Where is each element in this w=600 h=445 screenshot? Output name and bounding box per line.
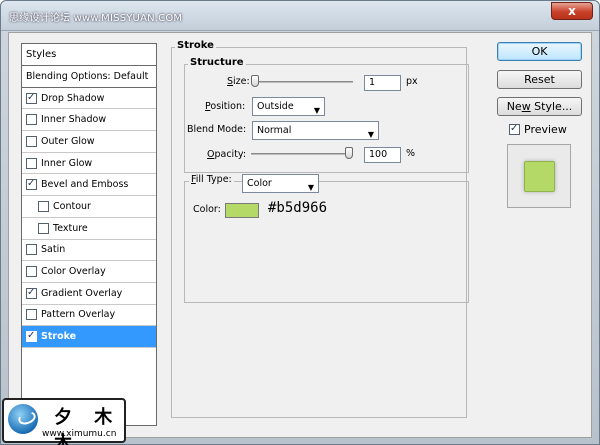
- site-logo: 夕 木 木 www.ximumu.cn: [2, 398, 126, 445]
- structure-title: Structure: [188, 57, 246, 68]
- style-item-bevel-and-emboss[interactable]: Bevel and Emboss: [22, 174, 156, 197]
- chevron-down-icon: ▼: [307, 183, 314, 192]
- preview-label: Preview: [524, 123, 567, 136]
- style-item-label: Outer Glow: [41, 135, 95, 147]
- style-item-label: Gradient Overlay: [41, 287, 123, 299]
- style-checkbox[interactable]: [38, 200, 49, 212]
- fill-group: Fill Type: Color ▼ Color: #b5d966: [184, 174, 469, 303]
- style-item-inner-shadow[interactable]: Inner Shadow: [22, 109, 156, 132]
- opacity-unit: %: [406, 148, 416, 159]
- styles-header[interactable]: Styles: [22, 44, 156, 66]
- styles-list: Styles Blending Options: Default Drop Sh…: [21, 43, 157, 426]
- preview-thumbnail: [507, 144, 571, 208]
- style-item-label: Contour: [53, 200, 91, 212]
- structure-group: Structure Size: 1 px Position: Outside ▼…: [184, 57, 469, 173]
- fill-type-label: Fill Type:: [189, 174, 234, 185]
- position-label: Position:: [205, 101, 246, 112]
- style-item-label: Drop Shadow: [41, 92, 105, 104]
- watermark-text: 思缘设计论坛 www.MISSYUAN.COM: [9, 13, 183, 24]
- style-checkbox[interactable]: [26, 135, 37, 147]
- position-value: Outside: [257, 101, 294, 112]
- preview-checkbox-row[interactable]: Preview: [509, 122, 567, 136]
- blend-mode-label: Blend Mode:: [187, 124, 247, 135]
- close-button[interactable]: x: [551, 2, 593, 20]
- style-checkbox[interactable]: [26, 177, 37, 191]
- style-item-outer-glow[interactable]: Outer Glow: [22, 131, 156, 153]
- size-label: Size:: [227, 76, 250, 87]
- style-checkbox[interactable]: [26, 329, 37, 343]
- ok-button[interactable]: OK: [497, 42, 582, 61]
- chevron-down-icon: ▼: [367, 130, 374, 139]
- reset-button[interactable]: Reset: [497, 70, 582, 89]
- size-input[interactable]: 1: [364, 75, 401, 91]
- style-item-color-overlay[interactable]: Color Overlay: [22, 261, 156, 283]
- style-item-label: Inner Glow: [41, 157, 93, 169]
- style-item-label: Pattern Overlay: [41, 309, 116, 321]
- style-checkbox[interactable]: [26, 157, 37, 169]
- style-item-inner-glow[interactable]: Inner Glow: [22, 153, 156, 175]
- dialog-body: Styles Blending Options: Default Drop Sh…: [8, 32, 592, 438]
- color-hex-value: #b5d966: [268, 200, 328, 216]
- style-item-satin[interactable]: Satin: [22, 240, 156, 262]
- logo-url: www.ximumu.cn: [42, 429, 117, 439]
- stroke-title: Stroke: [175, 40, 216, 51]
- style-item-label: Satin: [41, 244, 66, 256]
- preview-checkbox[interactable]: [509, 122, 520, 136]
- color-label: Color:: [193, 204, 221, 215]
- opacity-slider-track[interactable]: [251, 153, 353, 155]
- opacity-slider-thumb[interactable]: [345, 147, 353, 159]
- chevron-down-icon: ▼: [313, 106, 320, 115]
- style-item-label: Stroke: [41, 331, 77, 343]
- size-slider-thumb[interactable]: [251, 75, 259, 87]
- opacity-label: Opacity:: [207, 149, 247, 160]
- style-items: Drop Shadow Inner Shadow Outer Glow Inner G…: [22, 88, 156, 348]
- style-item-label: Texture: [53, 222, 88, 234]
- new-style-button[interactable]: New Style...: [497, 97, 582, 116]
- style-checkbox[interactable]: [26, 266, 37, 278]
- preview-swatch: [524, 161, 555, 192]
- blending-options-label: Blending Options: Default: [26, 70, 149, 82]
- style-item-label: Color Overlay: [41, 266, 106, 278]
- blending-options-item[interactable]: Blending Options: Default: [22, 66, 156, 88]
- title-bar: 思缘设计论坛 www.MISSYUAN.COM x: [1, 1, 599, 31]
- style-item-texture[interactable]: Texture: [22, 218, 156, 240]
- fill-type-value: Color: [247, 178, 272, 189]
- style-checkbox[interactable]: [38, 222, 49, 234]
- style-item-drop-shadow[interactable]: Drop Shadow: [22, 88, 156, 110]
- style-item-stroke[interactable]: Stroke: [22, 326, 156, 348]
- layer-style-dialog: 思缘设计论坛 www.MISSYUAN.COM x Styles Blendin…: [0, 0, 600, 445]
- style-checkbox[interactable]: [26, 114, 37, 126]
- style-item-label: Bevel and Emboss: [41, 179, 129, 191]
- size-unit: px: [406, 76, 418, 87]
- opacity-input[interactable]: 100: [364, 147, 401, 163]
- style-item-label: Inner Shadow: [41, 114, 107, 126]
- logo-icon: [8, 404, 38, 434]
- blend-mode-value: Normal: [257, 125, 292, 136]
- blend-mode-select[interactable]: Normal ▼: [252, 121, 379, 140]
- position-select[interactable]: Outside ▼: [252, 97, 325, 116]
- fill-type-select[interactable]: Color ▼: [242, 174, 319, 193]
- style-checkbox[interactable]: [26, 309, 37, 321]
- stroke-color-swatch[interactable]: [225, 203, 259, 218]
- style-checkbox[interactable]: [26, 91, 37, 105]
- style-item-contour[interactable]: Contour: [22, 196, 156, 218]
- style-checkbox[interactable]: [26, 286, 37, 300]
- style-item-pattern-overlay[interactable]: Pattern Overlay: [22, 305, 156, 327]
- style-item-gradient-overlay[interactable]: Gradient Overlay: [22, 283, 156, 305]
- stroke-group: Stroke Structure Size: 1 px Position: Ou…: [171, 40, 469, 418]
- style-checkbox[interactable]: [26, 244, 37, 256]
- size-slider-track[interactable]: [251, 81, 353, 83]
